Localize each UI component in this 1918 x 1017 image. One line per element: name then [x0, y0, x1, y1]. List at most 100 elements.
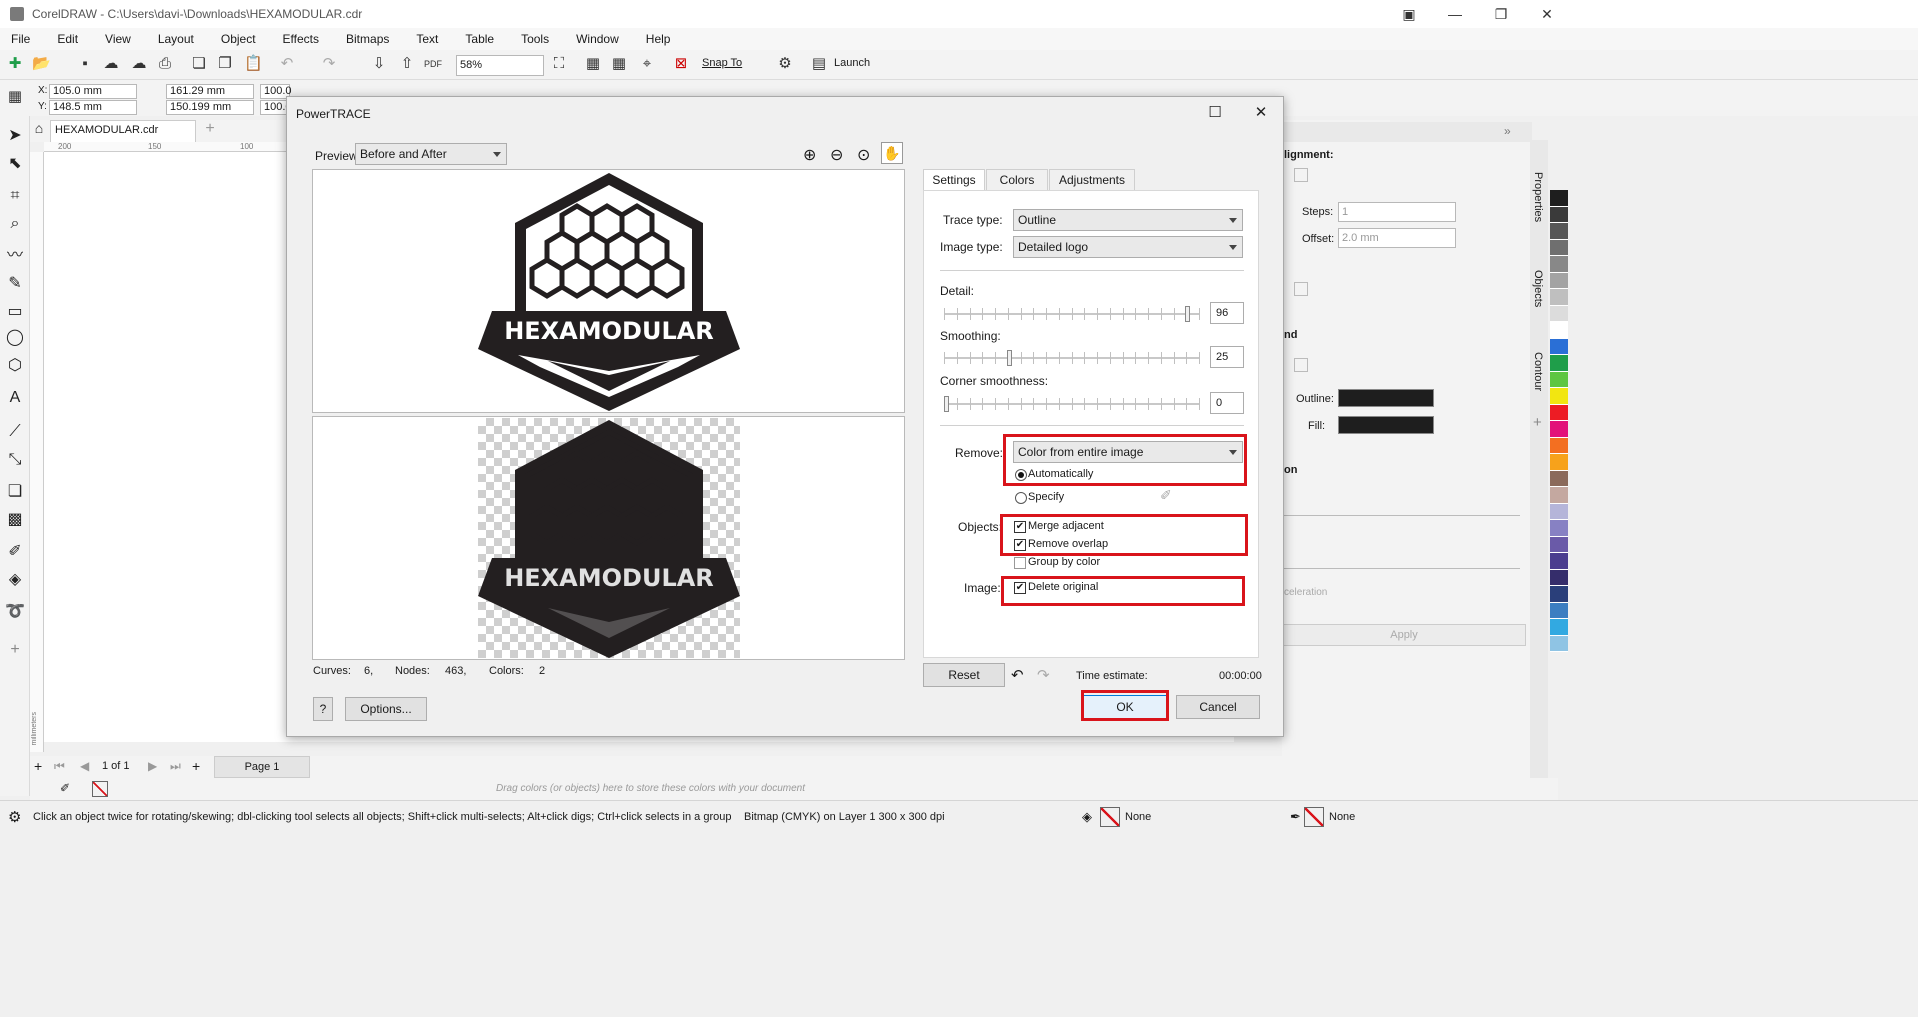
- menu-table[interactable]: Table: [465, 32, 499, 46]
- drop-shadow-icon[interactable]: ❏: [5, 482, 25, 502]
- zoom-fit-icon[interactable]: ⊙: [857, 145, 870, 165]
- menu-layout[interactable]: Layout: [158, 32, 199, 46]
- palette-swatch[interactable]: [1550, 371, 1568, 388]
- document-tab[interactable]: HEXAMODULAR.cdr: [50, 120, 196, 142]
- polygon-tool-icon[interactable]: ⬡: [5, 356, 25, 376]
- paste-icon[interactable]: 📋: [244, 55, 263, 73]
- detail-value-field[interactable]: 96: [1210, 302, 1244, 324]
- palette-swatch[interactable]: [1550, 256, 1568, 273]
- reset-button[interactable]: Reset: [923, 663, 1005, 687]
- smoothing-slider[interactable]: [944, 348, 1200, 368]
- corner-smoothness-slider[interactable]: [944, 394, 1200, 414]
- import-cloud-icon[interactable]: ☁: [102, 55, 120, 73]
- palette-swatch[interactable]: [1550, 470, 1568, 487]
- palette-swatch[interactable]: [1550, 223, 1568, 240]
- artistic-media-icon[interactable]: ✎: [5, 274, 25, 294]
- transparency-icon[interactable]: ▩: [5, 510, 25, 530]
- status-settings-icon[interactable]: ⚙: [8, 808, 21, 826]
- color-palette[interactable]: [1550, 190, 1568, 760]
- palette-swatch[interactable]: [1550, 388, 1568, 405]
- new-document-icon[interactable]: ✚: [6, 55, 24, 73]
- menu-tools[interactable]: Tools: [521, 32, 554, 46]
- help-button[interactable]: ?: [313, 697, 333, 721]
- eyedropper-icon[interactable]: ✐: [5, 542, 25, 562]
- palette-swatch[interactable]: [1550, 404, 1568, 421]
- menu-window[interactable]: Window: [576, 32, 624, 46]
- snap-to-menu[interactable]: Snap To: [702, 57, 742, 69]
- palette-swatch[interactable]: [1550, 305, 1568, 322]
- slider-thumb[interactable]: [1185, 306, 1190, 322]
- fill-bucket-icon[interactable]: ◈: [1082, 809, 1092, 825]
- eyedropper-icon[interactable]: ✐: [60, 781, 70, 795]
- palette-swatch[interactable]: [1550, 487, 1568, 504]
- palette-swatch[interactable]: [1550, 190, 1568, 207]
- outline-color-swatch[interactable]: [1338, 389, 1434, 407]
- palette-swatch[interactable]: [1550, 503, 1568, 520]
- save-icon[interactable]: ▪: [76, 55, 94, 73]
- after-preview-pane[interactable]: HEXAMODULAR: [312, 416, 905, 660]
- home-icon[interactable]: ⌂: [30, 120, 48, 140]
- width-field[interactable]: 161.29 mm: [166, 84, 254, 99]
- fill-none-swatch[interactable]: [1100, 807, 1120, 827]
- detail-slider[interactable]: [944, 304, 1200, 324]
- palette-swatch[interactable]: [1550, 206, 1568, 223]
- alignment-option-icon[interactable]: [1294, 168, 1308, 182]
- palette-swatch[interactable]: [1550, 322, 1568, 339]
- tab-contour[interactable]: Contour: [1532, 352, 1544, 391]
- first-page-icon[interactable]: ⏮: [54, 759, 65, 774]
- group-by-color-checkbox[interactable]: [1014, 557, 1026, 569]
- palette-swatch[interactable]: [1550, 421, 1568, 438]
- add-tool-icon[interactable]: +: [5, 640, 25, 660]
- pdf-icon[interactable]: PDF: [424, 55, 442, 73]
- menu-object[interactable]: Object: [221, 32, 261, 46]
- before-preview-pane[interactable]: HEXAMODULAR: [312, 169, 905, 413]
- color-acceleration-slider[interactable]: [1282, 568, 1520, 569]
- rulers-icon[interactable]: ▦: [584, 55, 602, 73]
- palette-swatch[interactable]: [1550, 355, 1568, 372]
- dialog-close-button[interactable]: ✕: [1245, 101, 1277, 123]
- new-tab-icon[interactable]: +: [200, 120, 220, 140]
- slider-thumb[interactable]: [1007, 350, 1012, 366]
- preview-mode-select[interactable]: Before and After: [355, 143, 507, 165]
- undo-icon[interactable]: ↶: [278, 55, 296, 73]
- rectangle-tool-icon[interactable]: ▭: [5, 302, 25, 322]
- export-cloud-icon[interactable]: ☁: [130, 55, 148, 73]
- menu-edit[interactable]: Edit: [57, 32, 83, 46]
- redo-trace-icon[interactable]: ↷: [1037, 666, 1050, 684]
- connector-tool-icon[interactable]: ⤡: [5, 450, 25, 470]
- import-icon[interactable]: ⇩: [370, 55, 388, 73]
- palette-swatch[interactable]: [1550, 437, 1568, 454]
- previous-page-icon[interactable]: ◀: [80, 759, 89, 773]
- menu-effects[interactable]: Effects: [283, 32, 324, 46]
- snap-off-icon[interactable]: ⊠: [672, 55, 690, 73]
- full-screen-icon[interactable]: ⛶: [550, 55, 568, 73]
- offset-field[interactable]: 2.0 mm: [1338, 228, 1456, 248]
- dialog-maximize-button[interactable]: ☐: [1199, 101, 1231, 123]
- apply-button[interactable]: Apply: [1282, 624, 1526, 646]
- guidelines-icon[interactable]: ⌖: [638, 55, 656, 73]
- outline-none-swatch[interactable]: [1304, 807, 1324, 827]
- copy-icon[interactable]: ❏: [190, 55, 208, 73]
- redo-icon[interactable]: ↷: [320, 55, 338, 73]
- parallel-dimension-icon[interactable]: ⟋: [5, 422, 25, 442]
- cut-icon[interactable]: ❐: [216, 55, 234, 73]
- pan-hand-icon[interactable]: ✋: [881, 142, 903, 164]
- last-page-icon[interactable]: ⏭: [170, 759, 181, 774]
- tab-colors[interactable]: Colors: [986, 169, 1048, 191]
- menu-view[interactable]: View: [105, 32, 136, 46]
- slider-thumb[interactable]: [944, 396, 949, 412]
- close-window-button[interactable]: ✕: [1524, 0, 1570, 28]
- text-tool-icon[interactable]: A: [5, 388, 25, 408]
- steps-field[interactable]: 1: [1338, 202, 1456, 222]
- palette-swatch[interactable]: [1550, 289, 1568, 306]
- palette-swatch[interactable]: [1550, 553, 1568, 570]
- menu-bitmaps[interactable]: Bitmaps: [346, 32, 394, 46]
- launch-menu[interactable]: Launch: [834, 57, 870, 69]
- y-position-field[interactable]: 148.5 mm: [49, 100, 137, 115]
- x-position-field[interactable]: 105.0 mm: [49, 84, 137, 99]
- add-docker-icon[interactable]: +: [1533, 414, 1542, 431]
- page-tab[interactable]: Page 1: [214, 756, 310, 778]
- add-page-before-icon[interactable]: +: [34, 758, 42, 774]
- specify-radio[interactable]: [1015, 492, 1027, 504]
- export-icon[interactable]: ⇧: [398, 55, 416, 73]
